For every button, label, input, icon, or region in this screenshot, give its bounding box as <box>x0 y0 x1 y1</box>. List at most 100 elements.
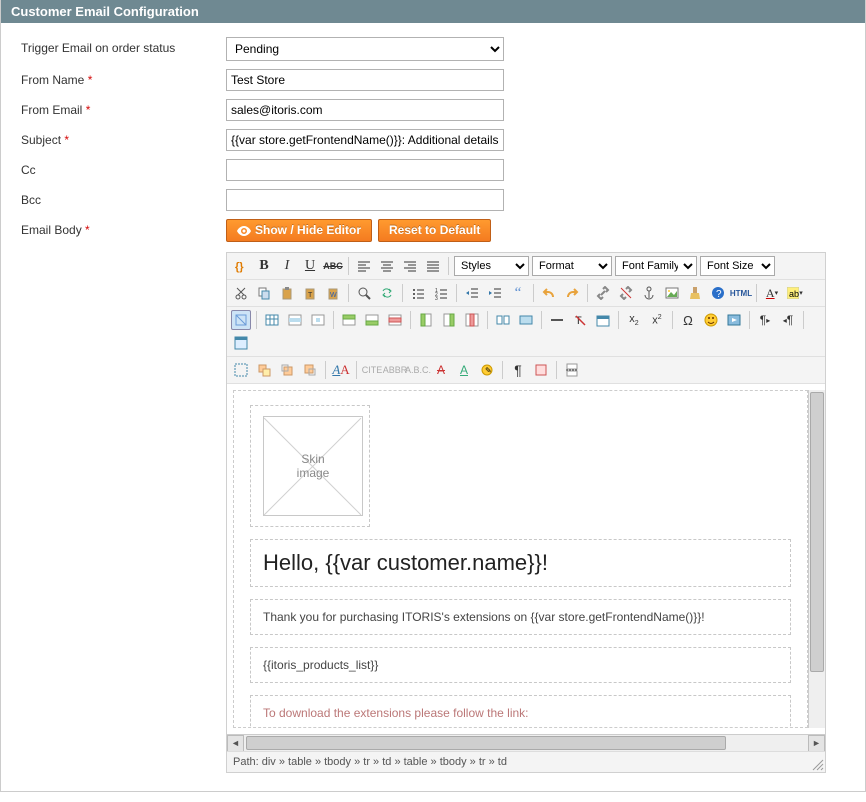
abbr-icon[interactable]: ABBR <box>385 360 405 380</box>
strikethrough-button[interactable]: ABC <box>323 256 343 276</box>
underline-button[interactable]: U <box>300 256 320 276</box>
image-icon[interactable] <box>662 283 682 303</box>
attributes-icon[interactable]: ✎ <box>477 360 497 380</box>
styles-dropdown[interactable]: Styles <box>454 256 529 276</box>
merge-cells-icon[interactable] <box>516 310 536 330</box>
redo-icon[interactable] <box>562 283 582 303</box>
label-from-name: From Name * <box>21 69 226 87</box>
italic-button[interactable]: I <box>277 256 297 276</box>
undo-icon[interactable] <box>539 283 559 303</box>
hr-icon[interactable] <box>547 310 567 330</box>
font-size-dropdown[interactable]: Font Size <box>700 256 775 276</box>
cut-icon[interactable] <box>231 283 251 303</box>
fullscreen-icon[interactable] <box>231 333 251 353</box>
editor-canvas[interactable]: Skin image Hello, {{var customer.name}}!… <box>233 390 808 728</box>
media-icon[interactable] <box>724 310 744 330</box>
input-from-email[interactable] <box>226 99 504 121</box>
svg-text:ab: ab <box>789 289 799 299</box>
html-source-button[interactable]: HTML <box>731 283 751 303</box>
insert-row-before-icon[interactable] <box>339 310 359 330</box>
separator <box>256 311 257 329</box>
special-char-icon[interactable]: Ω <box>678 310 698 330</box>
anchor-icon[interactable] <box>639 283 659 303</box>
reset-default-button[interactable]: Reset to Default <box>378 219 491 242</box>
abs-layer-icon[interactable] <box>254 360 274 380</box>
insert-variable-icon[interactable]: {} <box>231 256 251 276</box>
move-backward-icon[interactable] <box>300 360 320 380</box>
cite-icon[interactable]: CITE <box>362 360 382 380</box>
horizontal-scrollbar[interactable]: ◄ ► <box>227 734 825 751</box>
separator <box>556 361 557 379</box>
align-justify-button[interactable] <box>423 256 443 276</box>
cleanup-icon[interactable] <box>685 283 705 303</box>
vertical-scrollbar[interactable] <box>808 390 825 728</box>
rtl-icon[interactable]: ◂¶ <box>778 310 798 330</box>
del-icon[interactable]: A <box>431 360 451 380</box>
help-icon[interactable]: ? <box>708 283 728 303</box>
scroll-left-arrow[interactable]: ◄ <box>227 735 244 752</box>
outdent-icon[interactable] <box>462 283 482 303</box>
split-cells-icon[interactable] <box>493 310 513 330</box>
copy-icon[interactable] <box>254 283 274 303</box>
link-icon[interactable] <box>593 283 613 303</box>
separator <box>803 311 804 329</box>
block-nbsp-icon[interactable] <box>531 360 551 380</box>
unlink-icon[interactable] <box>616 283 636 303</box>
paste-icon[interactable] <box>277 283 297 303</box>
label-subject: Subject * <box>21 129 226 147</box>
replace-icon[interactable] <box>377 283 397 303</box>
separator <box>587 284 588 302</box>
blockquote-icon[interactable]: “ <box>508 283 528 303</box>
separator <box>348 257 349 275</box>
font-family-dropdown[interactable]: Font Family <box>615 256 697 276</box>
insert-col-after-icon[interactable] <box>439 310 459 330</box>
toggle-editor-button[interactable]: Show / Hide Editor <box>226 219 372 242</box>
scroll-right-arrow[interactable]: ► <box>808 735 825 752</box>
delete-row-icon[interactable] <box>385 310 405 330</box>
pagebreak-icon[interactable] <box>562 360 582 380</box>
select-trigger-status[interactable]: Pending <box>226 37 504 61</box>
insert-layer-icon[interactable] <box>231 310 251 330</box>
align-center-button[interactable] <box>377 256 397 276</box>
table-icon[interactable] <box>262 310 282 330</box>
ins-icon[interactable]: A <box>454 360 474 380</box>
paste-text-icon[interactable]: T <box>300 283 320 303</box>
insert-date-icon[interactable] <box>593 310 613 330</box>
format-dropdown[interactable]: Format <box>532 256 612 276</box>
select-all-icon[interactable] <box>231 360 251 380</box>
separator <box>356 361 357 379</box>
subscript-icon[interactable]: x2 <box>624 310 644 330</box>
remove-format-icon[interactable]: T <box>570 310 590 330</box>
superscript-icon[interactable]: x2 <box>647 310 667 330</box>
visual-chars-icon[interactable]: ¶ <box>508 360 528 380</box>
input-from-name[interactable] <box>226 69 504 91</box>
align-left-button[interactable] <box>354 256 374 276</box>
table-row-props-icon[interactable] <box>285 310 305 330</box>
label-from-email: From Email * <box>21 99 226 117</box>
bg-color-icon[interactable]: ab▾ <box>785 283 805 303</box>
insert-row-after-icon[interactable] <box>362 310 382 330</box>
text-color-icon[interactable]: A▾ <box>762 283 782 303</box>
align-right-button[interactable] <box>400 256 420 276</box>
acronym-icon[interactable]: A.B.C. <box>408 360 428 380</box>
paste-word-icon[interactable]: W <box>323 283 343 303</box>
numbered-list-icon[interactable]: 123 <box>431 283 451 303</box>
table-cell-props-icon[interactable] <box>308 310 328 330</box>
input-bcc[interactable] <box>226 189 504 211</box>
insert-col-before-icon[interactable] <box>416 310 436 330</box>
resize-grip-icon[interactable] <box>810 757 824 771</box>
svg-text:?: ? <box>716 289 722 300</box>
style-props-icon[interactable]: AA <box>331 360 351 380</box>
ltr-icon[interactable]: ¶▸ <box>755 310 775 330</box>
find-icon[interactable] <box>354 283 374 303</box>
indent-icon[interactable] <box>485 283 505 303</box>
bold-button[interactable]: B <box>254 256 274 276</box>
panel-body: Trigger Email on order status Pending Fr… <box>1 23 865 791</box>
element-path-bar[interactable]: Path: div » table » tbody » tr » td » ta… <box>227 751 825 772</box>
bullet-list-icon[interactable] <box>408 283 428 303</box>
input-subject[interactable] <box>226 129 504 151</box>
input-cc[interactable] <box>226 159 504 181</box>
emoticon-icon[interactable] <box>701 310 721 330</box>
move-forward-icon[interactable] <box>277 360 297 380</box>
delete-col-icon[interactable] <box>462 310 482 330</box>
